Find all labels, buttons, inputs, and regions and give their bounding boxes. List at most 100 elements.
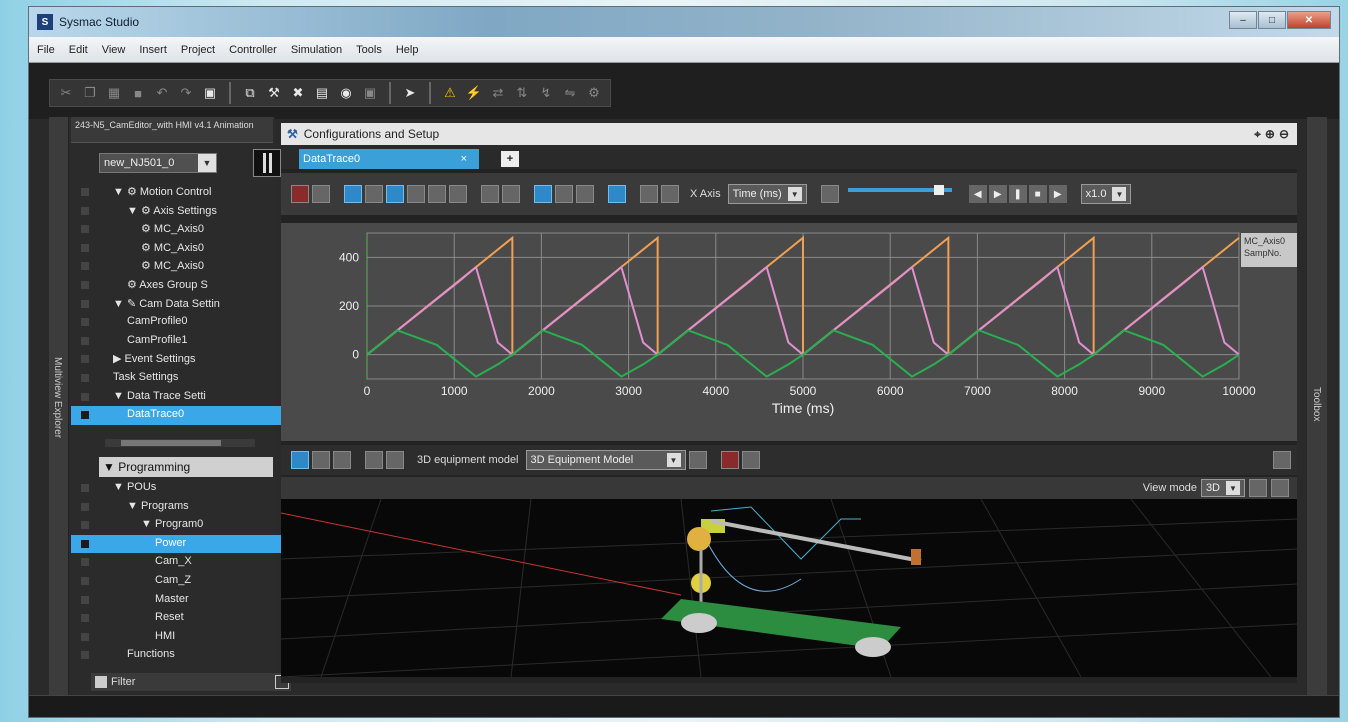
forward-icon[interactable]: ▶ bbox=[1048, 185, 1067, 203]
tree-item[interactable]: ▼ ⚙ Axis Settings bbox=[71, 202, 283, 221]
rewind-icon[interactable]: ◀ bbox=[968, 185, 987, 203]
layout-single-icon[interactable] bbox=[534, 185, 552, 203]
tree-item[interactable]: ⚙ Axes Group S bbox=[71, 276, 283, 295]
menu-edit[interactable]: Edit bbox=[69, 44, 88, 56]
tree-item[interactable]: ▶ Event Settings bbox=[71, 350, 283, 369]
text-marker-icon[interactable] bbox=[386, 185, 404, 203]
fit-icon[interactable]: ⌖ bbox=[1254, 127, 1261, 142]
filter-bar[interactable]: Filter bbox=[91, 673, 291, 691]
layout-split-icon[interactable] bbox=[555, 185, 573, 203]
chart-icon[interactable] bbox=[407, 185, 425, 203]
grid-icon[interactable] bbox=[344, 185, 362, 203]
clock-icon[interactable] bbox=[820, 185, 839, 203]
tab-datatrace0[interactable]: DataTrace0 × bbox=[299, 149, 479, 169]
export-icon[interactable] bbox=[449, 185, 467, 203]
speed-select[interactable]: x1.0 ▼ bbox=[1080, 184, 1132, 204]
view-reset-icon[interactable] bbox=[386, 451, 404, 469]
tree-item[interactable]: CamProfile0 bbox=[71, 313, 283, 332]
stop-icon[interactable]: ▣ bbox=[360, 83, 380, 103]
tree-item[interactable]: Functions bbox=[71, 646, 283, 665]
add-tab-button[interactable]: + bbox=[501, 151, 519, 167]
menu-help[interactable]: Help bbox=[396, 44, 419, 56]
menu-insert[interactable]: Insert bbox=[139, 44, 167, 56]
find-icon[interactable]: ◉ bbox=[336, 83, 356, 103]
undo-icon[interactable]: ↶ bbox=[152, 83, 172, 103]
ruler-icon[interactable] bbox=[502, 185, 520, 203]
controller-select[interactable]: new_NJ501_0 ▼ bbox=[99, 153, 217, 173]
menu-tools[interactable]: Tools bbox=[356, 44, 382, 56]
import-icon[interactable] bbox=[640, 185, 658, 203]
view-option-icon[interactable] bbox=[1249, 479, 1267, 497]
view-mode-select[interactable]: 3D ▼ bbox=[1200, 479, 1245, 497]
stop-playback-icon[interactable]: ■ bbox=[1028, 185, 1047, 203]
cut-icon[interactable]: ✂ bbox=[56, 83, 76, 103]
view-option-2-icon[interactable] bbox=[1271, 479, 1289, 497]
cursor-icon[interactable] bbox=[365, 185, 383, 203]
move-icon[interactable] bbox=[291, 451, 309, 469]
tree-item[interactable]: ▼ ✎ Cam Data Settin bbox=[71, 295, 283, 314]
model-select[interactable]: 3D Equipment Model ▼ bbox=[525, 450, 686, 470]
menu-simulation[interactable]: Simulation bbox=[291, 44, 342, 56]
tree-item[interactable]: ▼ Programs bbox=[71, 498, 283, 517]
zoom-3d-icon[interactable] bbox=[333, 451, 351, 469]
rotate-icon[interactable] bbox=[312, 451, 330, 469]
tree-item[interactable]: ⚙ MC_Axis0 bbox=[71, 220, 283, 239]
tree-item[interactable]: Reset bbox=[71, 609, 283, 628]
tree-item[interactable]: CamProfile1 bbox=[71, 332, 283, 351]
chevron-down-icon[interactable]: ▼ bbox=[1112, 187, 1127, 201]
chevron-down-icon[interactable]: ▼ bbox=[666, 453, 681, 467]
model-settings-icon[interactable] bbox=[688, 451, 707, 469]
tree-item[interactable]: DataTrace0 bbox=[71, 406, 283, 425]
redo-icon[interactable]: ↷ bbox=[176, 83, 196, 103]
online-icon[interactable]: ⚡ bbox=[464, 83, 484, 103]
tree-item[interactable]: Task Settings bbox=[71, 369, 283, 388]
chevron-down-icon[interactable]: ▼ bbox=[787, 187, 802, 201]
legend[interactable]: MC_Axis0 SampNo. bbox=[1241, 233, 1297, 267]
panel-toggle-icon[interactable] bbox=[1273, 451, 1291, 469]
delete-icon[interactable]: ■ bbox=[128, 83, 148, 103]
synchronize-icon[interactable]: ⇅ bbox=[512, 83, 532, 103]
rec-icon[interactable] bbox=[720, 451, 739, 469]
stop-trace-icon[interactable] bbox=[312, 185, 330, 203]
maximize-button[interactable]: □ bbox=[1258, 11, 1286, 29]
pause-icon[interactable]: ❚ bbox=[1008, 185, 1027, 203]
3d-scene[interactable] bbox=[281, 499, 1297, 677]
menu-view[interactable]: View bbox=[102, 44, 126, 56]
tree-item[interactable]: ▼ ⚙ Motion Control bbox=[71, 183, 283, 202]
tree-item[interactable]: Master bbox=[71, 591, 283, 610]
menu-project[interactable]: Project bbox=[181, 44, 215, 56]
record-icon[interactable] bbox=[291, 185, 309, 203]
tree-item[interactable]: HMI bbox=[71, 628, 283, 647]
measure-icon[interactable] bbox=[428, 185, 446, 203]
pointer-icon[interactable]: ➤ bbox=[400, 83, 420, 103]
x-axis-select[interactable]: Time (ms) ▼ bbox=[727, 184, 807, 204]
layout-grid-icon[interactable] bbox=[576, 185, 594, 203]
rec-settings-icon[interactable] bbox=[741, 451, 760, 469]
camera-icon[interactable] bbox=[365, 451, 383, 469]
zoom-out-icon[interactable]: ⊖ bbox=[1279, 127, 1289, 142]
copy-icon[interactable]: ❐ bbox=[80, 83, 100, 103]
tree-item[interactable]: ⚙ MC_Axis0 bbox=[71, 257, 283, 276]
settings-icon[interactable]: ⚙ bbox=[584, 83, 604, 103]
menu-controller[interactable]: Controller bbox=[229, 44, 277, 56]
trace-chart[interactable]: 0 1000 2000 3000 4000 5000 6000 7000 8000 9000 100… bbox=[281, 223, 1297, 441]
minimize-button[interactable]: – bbox=[1229, 11, 1257, 29]
compare-icon[interactable]: ⇋ bbox=[560, 83, 580, 103]
build-icon[interactable]: ⚒ bbox=[264, 83, 284, 103]
channel-icon[interactable] bbox=[608, 185, 626, 203]
playback-slider[interactable] bbox=[847, 184, 952, 204]
controller-icon[interactable] bbox=[253, 149, 281, 177]
toolbox-vertical-tab[interactable]: Toolbox bbox=[1307, 117, 1327, 699]
chevron-down-icon[interactable]: ▼ bbox=[1226, 481, 1240, 495]
close-tab-icon[interactable]: × bbox=[461, 149, 467, 169]
paste-icon[interactable]: ▦ bbox=[104, 83, 124, 103]
cross-reference-icon[interactable]: ✖ bbox=[288, 83, 308, 103]
settings-tool-icon[interactable] bbox=[481, 185, 499, 203]
tree-item[interactable]: Cam_X bbox=[71, 553, 283, 572]
zoom-in-icon[interactable]: ⊕ bbox=[1265, 127, 1275, 142]
monitor-icon[interactable]: ↯ bbox=[536, 83, 556, 103]
explorer-vertical-tab[interactable]: Multiview Explorer bbox=[49, 117, 69, 699]
menu-file[interactable]: File bbox=[37, 44, 55, 56]
tree-item[interactable]: Cam_Z bbox=[71, 572, 283, 591]
tree-item[interactable]: ⚙ MC_Axis0 bbox=[71, 239, 283, 258]
